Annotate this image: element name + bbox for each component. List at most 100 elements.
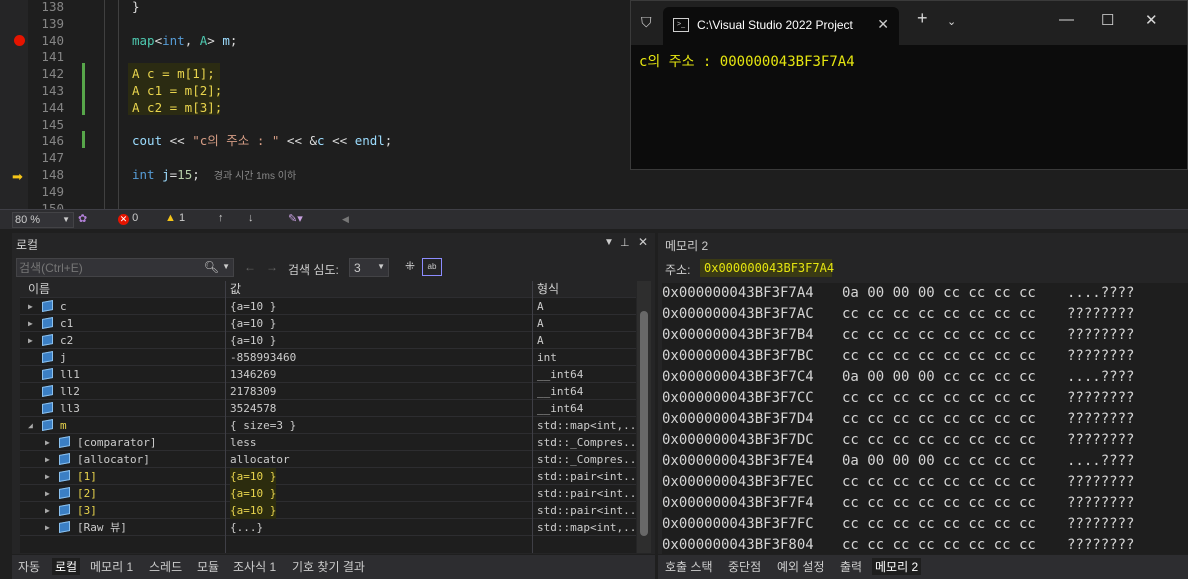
address-input[interactable]: 0x000000043BF3F7A4: [700, 259, 834, 277]
memory-bytes[interactable]: cc cc cc cc cc cc cc cc: [842, 409, 1036, 430]
collapse-icon[interactable]: ◢: [28, 417, 33, 434]
memory-row[interactable]: 0x000000043BF3F7E4 0a 00 00 00 cc cc cc c…: [662, 451, 1134, 472]
expand-icon[interactable]: ▶: [45, 434, 50, 451]
table-row[interactable]: ▶ [Raw 뷰] {...} std::map<int,...: [20, 519, 636, 536]
depth-dropdown[interactable]: 3 ▼: [349, 258, 389, 277]
bottom-tab[interactable]: 메모리 1: [90, 558, 133, 575]
memory-view[interactable]: 0x000000043BF3F7A4 0a 00 00 00 cc cc cc c…: [662, 283, 1188, 554]
cell-value[interactable]: { size=3 }: [230, 417, 296, 434]
memory-row[interactable]: 0x000000043BF3F7F4 cc cc cc cc cc cc cc c…: [662, 493, 1134, 514]
chevron-down-icon[interactable]: ⌄: [947, 15, 956, 28]
close-panel-icon[interactable]: ✕: [638, 235, 648, 249]
table-row[interactable]: ▶ [allocator] allocator std::_Compres...: [20, 451, 636, 468]
memory-row[interactable]: 0x000000043BF3F7EC cc cc cc cc cc cc cc c…: [662, 472, 1134, 493]
memory-row[interactable]: 0x000000043BF3F7FC cc cc cc cc cc cc cc c…: [662, 514, 1134, 535]
new-tab-icon[interactable]: +: [917, 8, 928, 29]
bottom-tab[interactable]: 예외 설정: [777, 558, 825, 575]
minimize-icon[interactable]: —: [1059, 11, 1074, 28]
memory-row[interactable]: 0x000000043BF3F7A4 0a 00 00 00 cc cc cc c…: [662, 283, 1134, 304]
expand-icon[interactable]: ▶: [45, 451, 50, 468]
memory-bytes[interactable]: cc cc cc cc cc cc cc cc: [842, 493, 1036, 514]
table-row[interactable]: ll3 3524578 __int64: [20, 400, 636, 417]
table-row[interactable]: ▶ [2] {a=10 } std::pair<int...: [20, 485, 636, 502]
header-name[interactable]: 이름: [28, 281, 50, 298]
arrow-up-icon[interactable]: ↑: [218, 212, 224, 224]
header-value[interactable]: 값: [230, 281, 241, 298]
cell-value[interactable]: 3524578: [230, 400, 276, 417]
copilot-icon[interactable]: ✿: [78, 212, 87, 225]
bottom-tab[interactable]: 호출 스택: [665, 558, 713, 575]
console-tab[interactable]: >_ C:\Visual Studio 2022 Project ✕: [663, 7, 899, 45]
memory-bytes[interactable]: cc cc cc cc cc cc cc cc: [842, 472, 1036, 493]
table-row[interactable]: ◢ m { size=3 } std::map<int,...: [20, 417, 636, 434]
expand-icon[interactable]: ▶: [45, 485, 50, 502]
memory-row[interactable]: 0x000000043BF3F7CC cc cc cc cc cc cc cc c…: [662, 388, 1134, 409]
cell-value[interactable]: {a=10 }: [230, 298, 276, 315]
header-type[interactable]: 형식: [537, 281, 636, 298]
memory-row[interactable]: 0x000000043BF3F7AC cc cc cc cc cc cc cc c…: [662, 304, 1134, 325]
arrow-down-icon[interactable]: ↓: [248, 212, 254, 224]
warnings-indicator[interactable]: ▲ 1: [165, 212, 185, 224]
table-row[interactable]: ▶ c {a=10 } A: [20, 298, 636, 315]
bottom-tab[interactable]: 메모리 2: [872, 558, 922, 575]
expand-icon[interactable]: ▶: [45, 468, 50, 485]
cell-value[interactable]: {a=10 }: [230, 485, 277, 502]
cell-value[interactable]: 2178309: [230, 383, 276, 400]
scroll-left-icon[interactable]: ◀: [342, 214, 349, 225]
cell-value[interactable]: allocator: [230, 451, 290, 468]
panel-menu-icon[interactable]: ▼: [604, 237, 614, 248]
pin-icon[interactable]: ⊥: [620, 236, 630, 249]
cell-value[interactable]: {a=10 }: [230, 502, 277, 519]
search-box[interactable]: 🔍︎ ▼: [16, 258, 234, 277]
memory-bytes[interactable]: 0a 00 00 00 cc cc cc cc: [842, 283, 1036, 304]
cell-value[interactable]: 1346269: [230, 366, 276, 383]
breakpoint-icon[interactable]: [14, 35, 25, 46]
search-input[interactable]: [19, 259, 199, 276]
zoom-dropdown[interactable]: 80 % ▼: [12, 212, 74, 228]
memory-row[interactable]: 0x000000043BF3F7BC cc cc cc cc cc cc cc c…: [662, 346, 1134, 367]
scrollbar-thumb[interactable]: [640, 311, 648, 536]
code-line[interactable]: 149: [0, 183, 1188, 200]
close-tab-icon[interactable]: ✕: [877, 16, 889, 33]
memory-bytes[interactable]: cc cc cc cc cc cc cc cc: [842, 514, 1036, 535]
table-row[interactable]: ▶ c2 {a=10 } A: [20, 332, 636, 349]
expand-icon[interactable]: ▶: [45, 519, 50, 536]
bottom-tab[interactable]: 중단점: [728, 558, 761, 575]
bottom-tab[interactable]: 모듈: [197, 558, 219, 575]
table-row[interactable]: ll2 2178309 __int64: [20, 383, 636, 400]
shield-icon[interactable]: ⛉: [641, 14, 652, 31]
memory-row[interactable]: 0x000000043BF3F7C4 0a 00 00 00 cc cc cc c…: [662, 367, 1134, 388]
memory-row[interactable]: 0x000000043BF3F7D4 cc cc cc cc cc cc cc c…: [662, 409, 1134, 430]
memory-bytes[interactable]: cc cc cc cc cc cc cc cc: [842, 535, 1036, 554]
memory-bytes[interactable]: 0a 00 00 00 cc cc cc cc: [842, 451, 1036, 472]
cell-value[interactable]: less: [230, 434, 257, 451]
bottom-tab[interactable]: 조사식 1: [233, 558, 276, 575]
expand-icon[interactable]: ▶: [28, 315, 33, 332]
memory-bytes[interactable]: cc cc cc cc cc cc cc cc: [842, 325, 1036, 346]
memory-bytes[interactable]: 0a 00 00 00 cc cc cc cc: [842, 367, 1036, 388]
table-row[interactable]: ▶ c1 {a=10 } A: [20, 315, 636, 332]
cell-value[interactable]: {a=10 }: [230, 332, 276, 349]
forward-arrow-icon[interactable]: →: [266, 260, 278, 274]
console-window[interactable]: ⛉ >_ C:\Visual Studio 2022 Project ✕ + ⌄…: [630, 0, 1188, 170]
maximize-icon[interactable]: ☐: [1101, 11, 1114, 29]
column-separator[interactable]: [532, 281, 533, 553]
vertical-scrollbar[interactable]: [637, 281, 651, 553]
expand-icon[interactable]: ▶: [45, 502, 50, 519]
memory-bytes[interactable]: cc cc cc cc cc cc cc cc: [842, 430, 1036, 451]
pin-column-icon[interactable]: ⁜: [405, 259, 415, 273]
table-row[interactable]: ▶ [comparator] less std::_Compres...: [20, 434, 636, 451]
table-row[interactable]: ll1 1346269 __int64: [20, 366, 636, 383]
bottom-tab[interactable]: 출력: [840, 558, 862, 575]
table-row[interactable]: ▶ [1] {a=10 } std::pair<int...: [20, 468, 636, 485]
memory-bytes[interactable]: cc cc cc cc cc cc cc cc: [842, 304, 1036, 325]
memory-row[interactable]: 0x000000043BF3F7B4 cc cc cc cc cc cc cc c…: [662, 325, 1134, 346]
chevron-down-icon[interactable]: ▼: [222, 262, 230, 271]
bottom-tab[interactable]: 자동: [18, 558, 40, 575]
memory-row[interactable]: 0x000000043BF3F804 cc cc cc cc cc cc cc c…: [662, 535, 1134, 554]
memory-bytes[interactable]: cc cc cc cc cc cc cc cc: [842, 388, 1036, 409]
brush-icon[interactable]: ✎▾: [288, 212, 303, 225]
cell-value[interactable]: -858993460: [230, 349, 296, 366]
close-window-icon[interactable]: ✕: [1145, 11, 1158, 29]
expand-icon[interactable]: ▶: [28, 298, 33, 315]
